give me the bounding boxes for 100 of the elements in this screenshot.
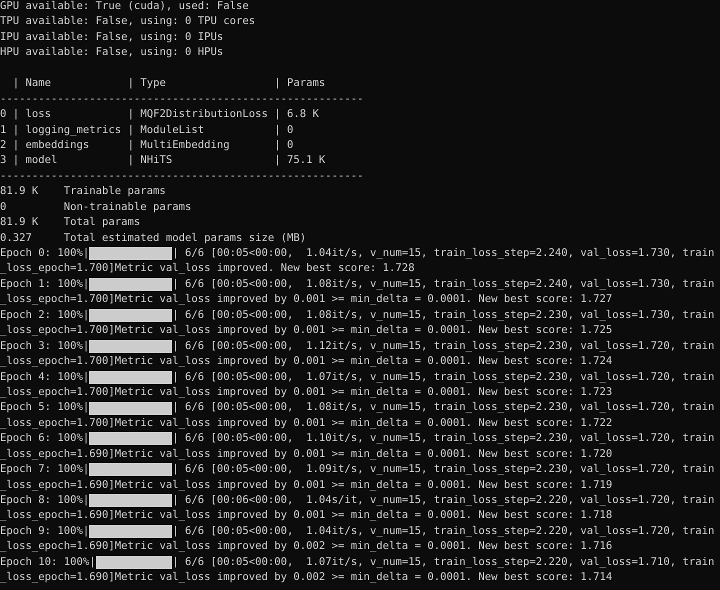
log-message: _loss_epoch=1.690]Metric val_loss improved by 0.001 >= min_delta = 0.0001. New best score: 1.718 bbox=[0, 508, 612, 524]
column-divider: | bbox=[12, 76, 20, 92]
log-message: _loss_epoch=1.700]Metric val_loss improved by 0.001 >= min_delta = 0.0001. New best score: 1.727 bbox=[0, 292, 612, 308]
bar-edge: | bbox=[82, 431, 90, 446]
param-label: Total params bbox=[64, 215, 140, 230]
column-divider: | bbox=[128, 138, 134, 153]
bar-edge: | bbox=[172, 246, 179, 261]
column-divider: | bbox=[274, 153, 281, 168]
table-cell-text: logging_metrics bbox=[26, 122, 122, 138]
param-count: 0.327 bbox=[0, 230, 33, 246]
bar-edge: | bbox=[172, 462, 179, 478]
log-message: _loss_epoch=1.690]Metric val_loss improved by 0.001 >= min_delta = 0.0001. New best score: 1.720 bbox=[0, 446, 612, 462]
log-message: _loss_epoch=1.700]Metric val_loss improved by 0.001 >= min_delta = 0.0001. New best score: 1.722 bbox=[0, 416, 612, 431]
column-header: Params bbox=[287, 76, 326, 92]
log-message: _loss_epoch=1.700]Metric val_loss improved. New best score: 1.728 bbox=[0, 261, 415, 276]
log-message: _loss_epoch=1.690]Metric val_loss improved by 0.002 >= min_delta = 0.0001. New best score: 1.716 bbox=[0, 539, 612, 554]
column-divider: | bbox=[274, 107, 281, 122]
rule-line: --------------------------------------------------------- bbox=[0, 92, 364, 107]
log-message: _loss_epoch=1.690]Metric val_loss improved by 0.002 >= min_delta = 0.0001. New best score: 1.714 bbox=[0, 570, 612, 586]
epoch-label: Epoch 9: 100% bbox=[0, 524, 83, 539]
column-divider: | bbox=[12, 122, 20, 138]
param-count: 0 bbox=[0, 200, 8, 215]
row-index: 0 bbox=[0, 107, 8, 122]
log-line: IPU available: False, using: 0 IPUs bbox=[0, 30, 224, 45]
column-divider: | bbox=[12, 153, 20, 168]
epoch-stats: 6/6 [00:05<00:00, 1.09it/s, v_num=15, train_loss_step=2.230, val_loss=1.720, train bbox=[184, 462, 714, 478]
epoch-stats: 6/6 [00:05<00:00, 1.04it/s, v_num=15, train_loss_step=2.240, val_loss=1.730, train bbox=[184, 246, 714, 261]
log-message: _loss_epoch=1.690]Metric val_loss improved by 0.001 >= min_delta = 0.0001. New best score: 1.719 bbox=[0, 478, 612, 493]
bar-edge: | bbox=[172, 308, 179, 323]
param-count: 81.9 K bbox=[0, 215, 40, 230]
bar-edge: | bbox=[172, 493, 179, 508]
column-divider: | bbox=[12, 107, 20, 122]
log-message: _loss_epoch=1.700]Metric val_loss improved by 0.001 >= min_delta = 0.0001. New best score: 1.723 bbox=[0, 384, 612, 400]
epoch-label: Epoch 6: 100% bbox=[0, 431, 83, 446]
bar-edge: | bbox=[82, 246, 90, 261]
rule-line: --------------------------------------------------------- bbox=[0, 168, 364, 184]
epoch-label: Epoch 7: 100% bbox=[0, 462, 83, 478]
log-line: GPU available: True (cuda), used: False bbox=[0, 0, 249, 14]
table-cell-text: MQF2DistributionLoss bbox=[140, 107, 269, 122]
column-divider: | bbox=[128, 107, 134, 122]
row-index: 3 bbox=[0, 153, 8, 168]
log-line: HPU available: False, using: 0 HPUs bbox=[0, 45, 224, 60]
bar-edge: | bbox=[82, 462, 90, 478]
log-message: _loss_epoch=1.700]Metric val_loss improved by 0.001 >= min_delta = 0.0001. New best score: 1.724 bbox=[0, 354, 612, 370]
log-message: _loss_epoch=1.700]Metric val_loss improved by 0.001 >= min_delta = 0.0001. New best score: 1.725 bbox=[0, 323, 612, 338]
epoch-stats: 6/6 [00:05<00:00, 1.08it/s, v_num=15, train_loss_step=2.230, val_loss=1.720, train bbox=[184, 400, 714, 416]
column-divider: | bbox=[128, 153, 134, 168]
epoch-stats: 6/6 [00:05<00:00, 1.07it/s, v_num=15, train_loss_step=2.220, val_loss=1.710, train bbox=[184, 554, 714, 570]
row-index: 1 bbox=[0, 122, 8, 138]
table-cell-text: loss bbox=[26, 107, 52, 122]
column-divider: | bbox=[128, 122, 134, 138]
epoch-stats: 6/6 [00:05<00:00, 1.08it/s, v_num=15, train_loss_step=2.240, val_loss=1.730, train bbox=[184, 276, 714, 292]
bar-edge: | bbox=[82, 338, 90, 354]
epoch-stats: 6/6 [00:05<00:00, 1.08it/s, v_num=15, train_loss_step=2.230, val_loss=1.730, train bbox=[184, 308, 714, 323]
bar-edge: | bbox=[82, 276, 90, 292]
bar-edge: | bbox=[82, 308, 90, 323]
param-label: Total estimated model params size (MB) bbox=[64, 230, 306, 246]
table-cell-text: 75.1 K bbox=[287, 153, 326, 168]
column-divider: | bbox=[274, 76, 281, 92]
column-divider: | bbox=[128, 76, 134, 92]
column-header: Type bbox=[140, 76, 167, 92]
log-line: TPU available: False, using: 0 TPU cores bbox=[0, 14, 256, 30]
epoch-stats: 6/6 [00:05<00:00, 1.12it/s, v_num=15, train_loss_step=2.230, val_loss=1.720, train bbox=[184, 338, 714, 354]
bar-edge: | bbox=[82, 524, 90, 539]
epoch-label: Epoch 10: 100% bbox=[0, 554, 90, 570]
epoch-stats: 6/6 [00:05<00:00, 1.07it/s, v_num=15, train_loss_step=2.230, val_loss=1.720, train bbox=[184, 370, 714, 384]
column-divider: | bbox=[274, 122, 281, 138]
table-cell-text: embeddings bbox=[26, 138, 90, 153]
bar-edge: | bbox=[89, 554, 96, 570]
table-cell-text: 0 bbox=[287, 122, 294, 138]
epoch-stats: 6/6 [00:05<00:00, 1.10it/s, v_num=15, train_loss_step=2.230, val_loss=1.720, train bbox=[184, 431, 714, 446]
bar-edge: | bbox=[172, 276, 179, 292]
epoch-label: Epoch 3: 100% bbox=[0, 338, 83, 354]
param-label: Trainable params bbox=[64, 184, 166, 200]
bar-edge: | bbox=[172, 431, 179, 446]
epoch-label: Epoch 8: 100% bbox=[0, 493, 83, 508]
bar-edge: | bbox=[82, 400, 90, 416]
bar-edge: | bbox=[172, 370, 179, 384]
table-cell-text: 0 bbox=[287, 138, 294, 153]
epoch-label: Epoch 2: 100% bbox=[0, 308, 83, 323]
param-count: 81.9 K bbox=[0, 184, 40, 200]
param-label: Non-trainable params bbox=[64, 200, 192, 215]
table-cell-text: MultiEmbedding bbox=[140, 138, 231, 153]
bar-edge: | bbox=[82, 370, 90, 384]
row-index: 2 bbox=[0, 138, 8, 153]
table-cell-text: model bbox=[26, 153, 58, 168]
epoch-label: Epoch 0: 100% bbox=[0, 246, 83, 261]
epoch-label: Epoch 5: 100% bbox=[0, 400, 83, 416]
bar-edge: | bbox=[172, 400, 179, 416]
column-header: Name bbox=[26, 76, 52, 92]
epoch-label: Epoch 1: 100% bbox=[0, 276, 83, 292]
bar-edge: | bbox=[172, 524, 179, 539]
epoch-stats: 6/6 [00:05<00:00, 1.04it/s, v_num=15, train_loss_step=2.220, val_loss=1.720, train bbox=[184, 524, 714, 539]
bar-edge: | bbox=[82, 493, 90, 508]
bar-edge: | bbox=[172, 554, 179, 570]
bar-edge: | bbox=[172, 338, 179, 354]
epoch-stats: 6/6 [00:06<00:00, 1.04s/it, v_num=15, train_loss_step=2.220, val_loss=1.720, train bbox=[184, 493, 714, 508]
table-cell-text: 6.8 K bbox=[287, 107, 319, 122]
table-cell-text: NHiTS bbox=[140, 153, 174, 168]
epoch-label: Epoch 4: 100% bbox=[0, 370, 83, 384]
